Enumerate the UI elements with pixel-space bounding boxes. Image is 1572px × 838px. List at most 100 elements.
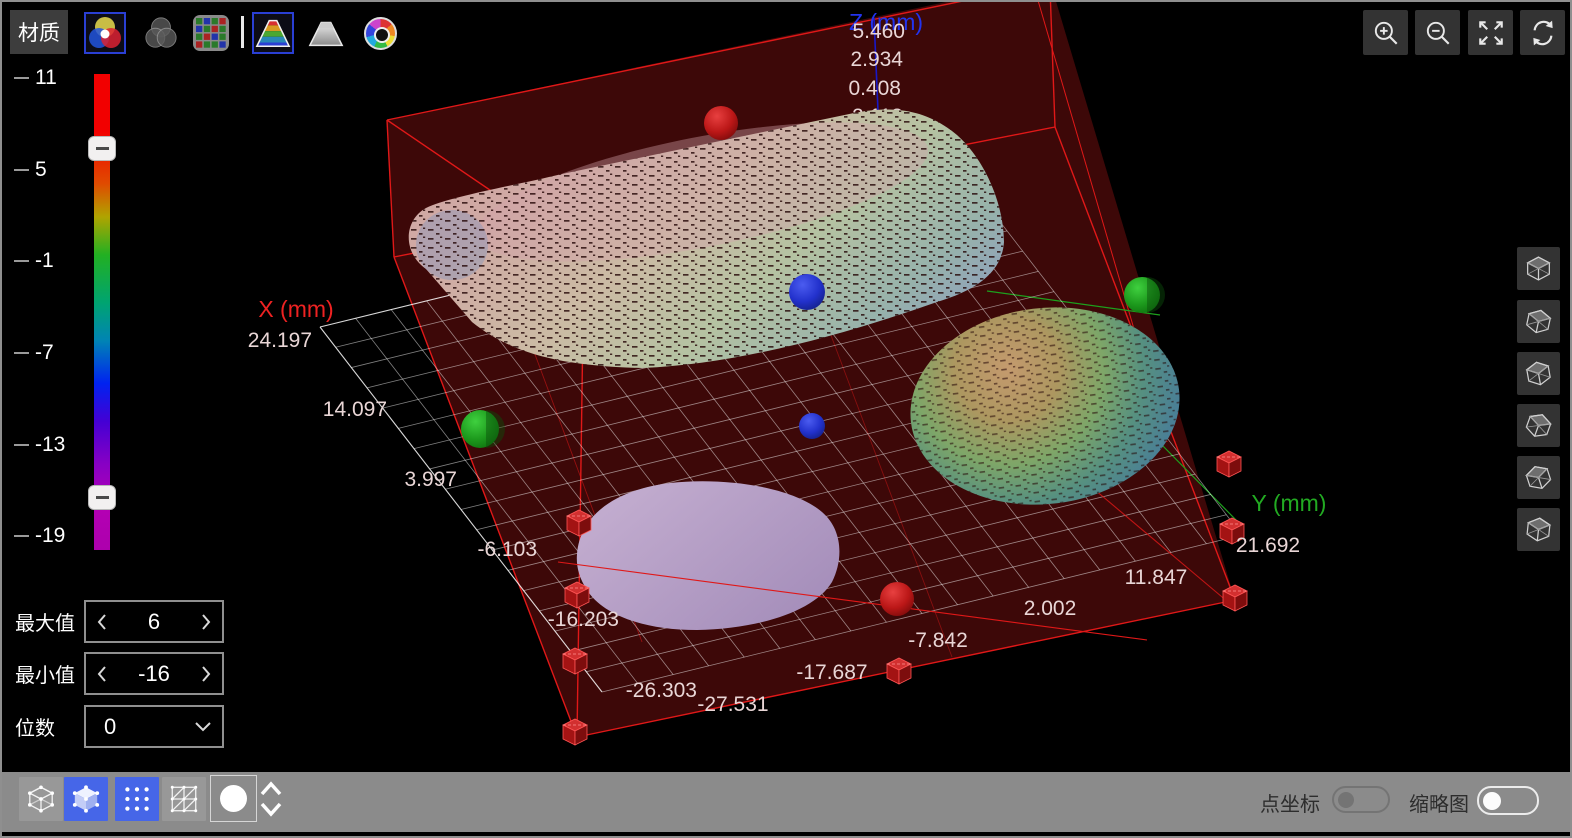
view-cube-icon bbox=[1523, 253, 1554, 284]
zoom-in-button[interactable] bbox=[1363, 10, 1408, 55]
chevron-left-icon[interactable] bbox=[96, 612, 108, 632]
point-display-button[interactable] bbox=[115, 777, 159, 821]
svg-text:5.460: 5.460 bbox=[852, 20, 905, 43]
svg-text:-26.303: -26.303 bbox=[626, 679, 697, 702]
svg-text:-27.531: -27.531 bbox=[697, 693, 768, 716]
svg-text:14.097: 14.097 bbox=[323, 398, 387, 421]
box-resize-handle[interactable] bbox=[887, 658, 911, 684]
color-scale-upper-handle[interactable] bbox=[88, 136, 116, 161]
digits-value: 0 bbox=[96, 714, 194, 740]
max-value: 6 bbox=[108, 609, 200, 635]
rainbow-pyramid-icon bbox=[254, 14, 292, 52]
solid-cube-button[interactable] bbox=[64, 777, 108, 821]
zoom-out-icon bbox=[1423, 18, 1453, 48]
thumbnail-toggle[interactable] bbox=[1477, 786, 1539, 815]
refresh-icon bbox=[1528, 18, 1558, 48]
rgb-channels-button[interactable] bbox=[84, 12, 126, 54]
svg-text:2.002: 2.002 bbox=[1024, 597, 1077, 620]
box-resize-handle[interactable] bbox=[567, 510, 591, 536]
gizmo-sphere-blue-center bbox=[789, 274, 825, 310]
app-window: Z (mm) 5.460 2.934 0.408 -2.118 bbox=[0, 0, 1572, 838]
toggle-knob bbox=[1483, 792, 1501, 810]
svg-text:-7.842: -7.842 bbox=[908, 629, 968, 652]
min-value-row: 最小值 bbox=[15, 652, 81, 695]
mesh-display-button[interactable] bbox=[162, 777, 206, 821]
rgb-venn-icon bbox=[87, 15, 123, 51]
point-size-indicator bbox=[210, 775, 257, 822]
thumbnail-label: 缩略图 bbox=[1409, 788, 1469, 817]
svg-text:24.197: 24.197 bbox=[248, 329, 312, 352]
gray-pyramid-icon bbox=[307, 14, 345, 52]
gizmo-sphere-green-right-shade bbox=[1147, 277, 1165, 313]
wireframe-cube-icon bbox=[25, 783, 57, 815]
fit-view-button[interactable] bbox=[1468, 10, 1513, 55]
box-resize-handle[interactable] bbox=[563, 719, 587, 745]
material-button[interactable]: 材质 bbox=[10, 10, 68, 54]
zoom-out-button[interactable] bbox=[1415, 10, 1460, 55]
x-axis-label: X (mm) bbox=[258, 296, 333, 322]
box-resize-handle[interactable] bbox=[565, 582, 589, 608]
box-resize-handle[interactable] bbox=[1223, 585, 1247, 611]
colorbar-tick: -13 bbox=[14, 433, 65, 457]
svg-text:-6.103: -6.103 bbox=[477, 538, 537, 561]
digits-row: 位数 bbox=[15, 705, 81, 748]
wireframe-cube-button[interactable] bbox=[19, 777, 63, 821]
svg-text:0.408: 0.408 bbox=[848, 77, 901, 100]
point-coord-label: 点坐标 bbox=[1260, 788, 1320, 817]
gizmo-sphere-red-top bbox=[704, 106, 738, 140]
bottom-toolbar: 点坐标 缩略图 bbox=[2, 772, 1570, 832]
gray-channels-button[interactable] bbox=[140, 12, 182, 54]
view-cube-button-3[interactable] bbox=[1517, 352, 1560, 395]
expand-arrows-icon bbox=[1476, 18, 1506, 48]
color-wheel-icon bbox=[364, 17, 397, 50]
box-resize-handle[interactable] bbox=[563, 648, 587, 674]
scene-3d-viewport[interactable]: Z (mm) 5.460 2.934 0.408 -2.118 bbox=[2, 2, 1572, 838]
view-cube-icon bbox=[1519, 406, 1559, 446]
colorbar-tick: -7 bbox=[14, 341, 54, 365]
svg-text:2.934: 2.934 bbox=[850, 48, 903, 71]
color-wheel-button[interactable] bbox=[359, 12, 401, 54]
reset-view-button[interactable] bbox=[1520, 10, 1565, 55]
svg-text:3.997: 3.997 bbox=[404, 468, 457, 491]
svg-text:-16.203: -16.203 bbox=[548, 608, 619, 631]
view-cube-button-4[interactable] bbox=[1517, 404, 1560, 447]
view-cube-button-2[interactable] bbox=[1517, 300, 1560, 343]
zoom-in-icon bbox=[1371, 18, 1401, 48]
svg-text:-17.687: -17.687 bbox=[796, 661, 867, 684]
colorbar-tick: 5 bbox=[14, 158, 47, 182]
view-cube-button-1[interactable] bbox=[1517, 247, 1560, 290]
chevron-down-icon bbox=[194, 721, 212, 732]
chevron-up-icon[interactable] bbox=[262, 784, 280, 794]
colorbar-tick: -19 bbox=[14, 524, 65, 548]
view-cube-button-5[interactable] bbox=[1517, 456, 1560, 499]
gizmo-sphere-blue-small bbox=[799, 413, 825, 439]
chevron-right-icon[interactable] bbox=[200, 664, 212, 684]
color-scale-lower-handle[interactable] bbox=[88, 485, 116, 510]
view-cube-icon bbox=[1519, 458, 1558, 497]
view-cube-icon bbox=[1521, 356, 1557, 392]
gizmo-sphere-red-bottom bbox=[880, 582, 914, 616]
chevron-right-icon[interactable] bbox=[200, 612, 212, 632]
gray-height-button[interactable] bbox=[305, 12, 347, 54]
bayer-mosaic-button[interactable] bbox=[190, 12, 232, 54]
point-coord-toggle[interactable] bbox=[1332, 786, 1390, 813]
digits-dropdown[interactable]: 0 bbox=[84, 705, 224, 748]
max-value-stepper[interactable]: 6 bbox=[84, 600, 224, 643]
chevron-left-icon[interactable] bbox=[96, 664, 108, 684]
min-value-stepper[interactable]: -16 bbox=[84, 652, 224, 695]
svg-text:11.847: 11.847 bbox=[1125, 566, 1188, 589]
chevron-down-icon[interactable] bbox=[262, 804, 280, 814]
digits-label: 位数 bbox=[15, 712, 81, 741]
point-size-stepper[interactable] bbox=[259, 776, 283, 822]
min-value-label: 最小值 bbox=[15, 659, 81, 688]
svg-text:21.692: 21.692 bbox=[1236, 534, 1300, 557]
view-cube-icon bbox=[1521, 512, 1555, 546]
box-resize-handle[interactable] bbox=[1217, 451, 1241, 477]
point-size-dot bbox=[220, 785, 247, 812]
rainbow-height-button[interactable] bbox=[252, 12, 294, 54]
solid-cube-icon bbox=[70, 783, 102, 815]
view-cube-button-6[interactable] bbox=[1517, 508, 1560, 551]
colorbar-tick: -1 bbox=[14, 249, 54, 273]
max-value-row: 最大值 bbox=[15, 600, 81, 643]
y-axis-label: Y (mm) bbox=[1252, 490, 1327, 516]
